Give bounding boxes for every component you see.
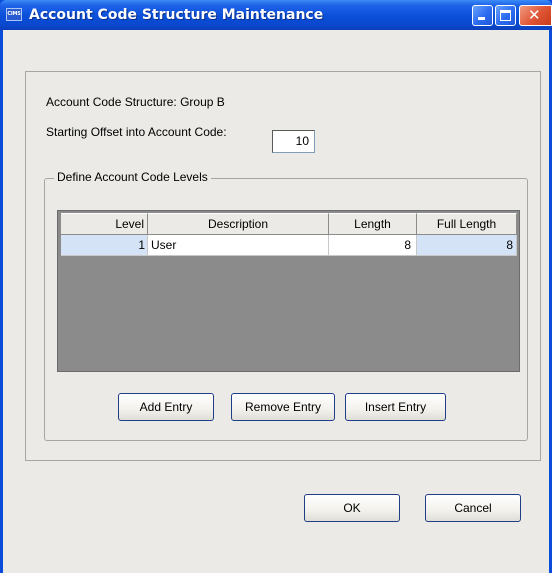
window-title: Account Code Structure Maintenance <box>29 7 324 23</box>
column-header-description[interactable]: Description <box>148 213 329 235</box>
maximize-button[interactable] <box>495 5 516 26</box>
column-header-length[interactable]: Length <box>329 213 417 235</box>
cell-level[interactable]: 1 <box>61 235 148 256</box>
app-icon: CIMS <box>6 8 22 21</box>
minimize-icon <box>478 17 485 20</box>
cancel-button[interactable]: Cancel <box>425 494 521 522</box>
ok-button[interactable]: OK <box>304 494 400 522</box>
dialog-client-area: Account Code Structure: Group B Starting… <box>3 30 549 573</box>
column-header-level[interactable]: Level <box>61 213 148 235</box>
offset-label: Starting Offset into Account Code: <box>46 125 227 139</box>
cell-description[interactable]: User <box>148 235 329 256</box>
minimize-button[interactable] <box>472 5 493 26</box>
insert-entry-button[interactable]: Insert Entry <box>345 393 446 421</box>
table-header: Level Description Length Full Length <box>61 213 517 235</box>
dialog-window: CIMS Account Code Structure Maintenance … <box>0 0 552 573</box>
close-button[interactable]: ✕ <box>519 5 552 26</box>
levels-table[interactable]: Level Description Length Full Length 1 U… <box>57 210 520 372</box>
cell-length[interactable]: 8 <box>329 235 417 256</box>
close-icon: ✕ <box>528 6 541 24</box>
remove-entry-button[interactable]: Remove Entry <box>231 393 335 421</box>
title-bar[interactable]: CIMS Account Code Structure Maintenance … <box>0 0 552 30</box>
levels-group-title: Define Account Code Levels <box>54 170 211 184</box>
column-header-full-length[interactable]: Full Length <box>417 213 517 235</box>
offset-input[interactable]: 10 <box>272 130 315 153</box>
add-entry-button[interactable]: Add Entry <box>118 393 214 421</box>
structure-label: Account Code Structure: Group B <box>46 95 225 109</box>
maximize-icon <box>500 10 511 21</box>
cell-full-length[interactable]: 8 <box>417 235 517 256</box>
table-row[interactable]: 1 User 8 8 <box>61 235 517 256</box>
